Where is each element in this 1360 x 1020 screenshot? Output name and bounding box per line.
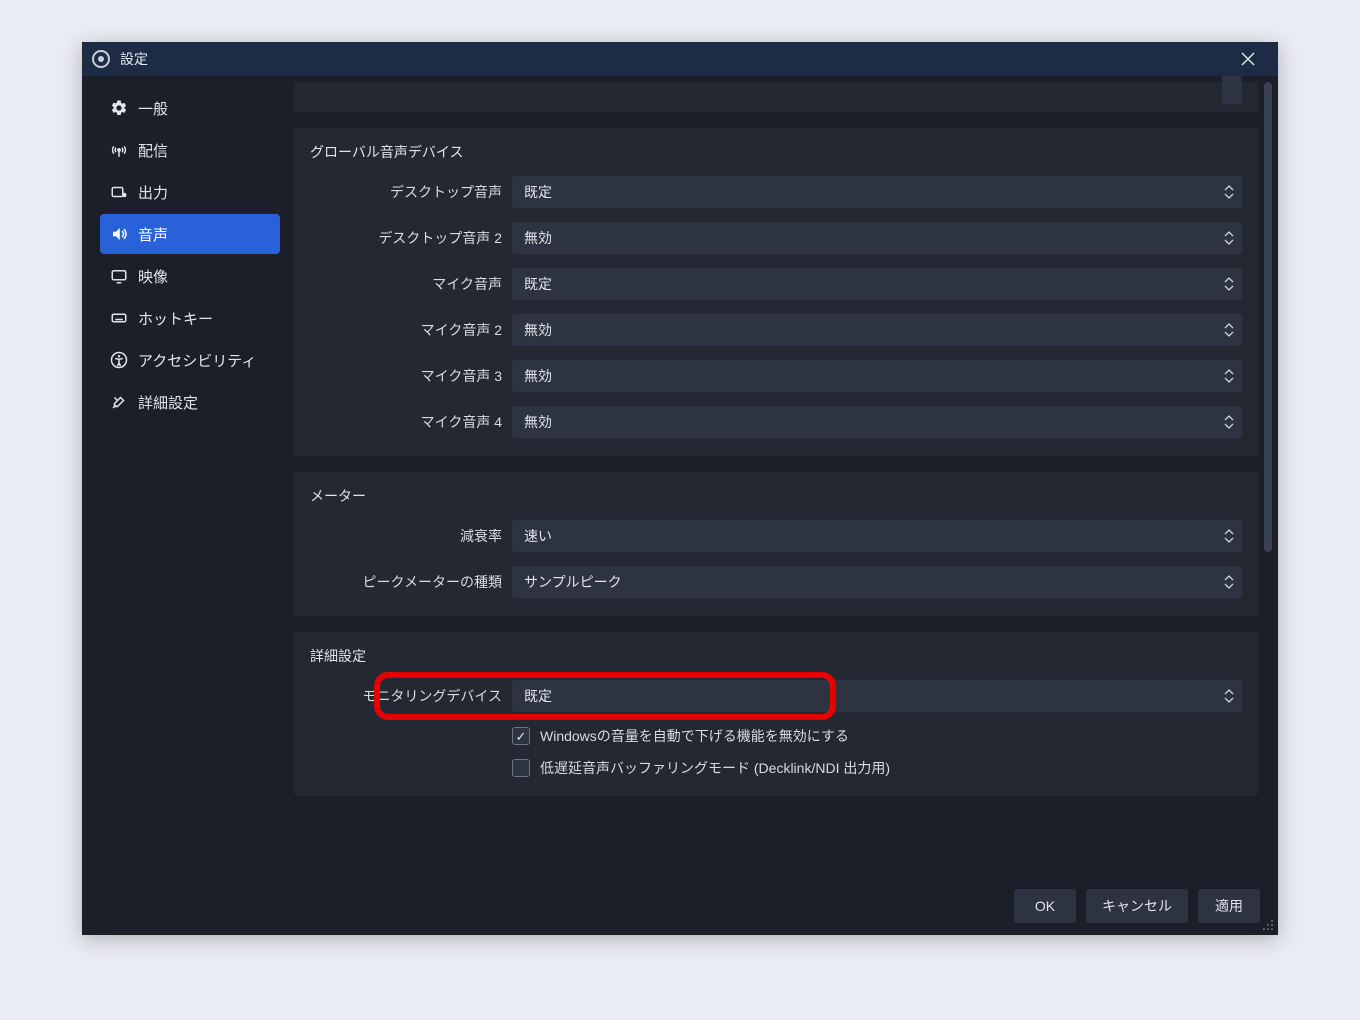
settings-window: 設定 一般 配信 出力 音声 映像 bbox=[82, 42, 1278, 935]
chevron-updown-icon bbox=[1220, 272, 1238, 296]
ok-button[interactable]: OK bbox=[1014, 889, 1076, 923]
scrollbar[interactable] bbox=[1262, 82, 1274, 869]
label-mic-audio-4: マイク音声 4 bbox=[310, 412, 502, 432]
sidebar-item-hotkeys[interactable]: ホットキー bbox=[100, 298, 280, 338]
titlebar: 設定 bbox=[82, 42, 1278, 76]
sidebar-item-advanced[interactable]: 詳細設定 bbox=[100, 382, 280, 422]
checkbox-label: 低遅延音声バッファリングモード (Decklink/NDI 出力用) bbox=[540, 758, 890, 778]
sidebar-item-label: 詳細設定 bbox=[138, 392, 198, 413]
sidebar-item-label: 一般 bbox=[138, 98, 168, 119]
panel-title: メーター bbox=[310, 486, 1242, 506]
chevron-updown-icon bbox=[1220, 524, 1238, 548]
combobox-value: 既定 bbox=[524, 686, 552, 706]
app-icon bbox=[92, 50, 110, 68]
sidebar-item-label: 音声 bbox=[138, 224, 168, 245]
close-icon bbox=[1241, 52, 1255, 66]
sidebar-item-label: 映像 bbox=[138, 266, 168, 287]
scrollbar-thumb[interactable] bbox=[1264, 82, 1272, 552]
keyboard-icon bbox=[110, 309, 128, 327]
checkbox-label: Windowsの音量を自動で下げる機能を無効にする bbox=[540, 726, 849, 746]
combobox-value: 既定 bbox=[524, 274, 552, 294]
gear-icon bbox=[110, 99, 128, 117]
label-mic-audio-3: マイク音声 3 bbox=[310, 366, 502, 386]
combobox-value: 既定 bbox=[524, 182, 552, 202]
sidebar-item-general[interactable]: 一般 bbox=[100, 88, 280, 128]
window-title: 設定 bbox=[120, 49, 148, 69]
combobox-mic-audio-2[interactable]: 無効 bbox=[512, 314, 1242, 346]
label-desktop-audio: デスクトップ音声 bbox=[310, 182, 502, 202]
combobox-mic-audio[interactable]: 既定 bbox=[512, 268, 1242, 300]
antenna-icon bbox=[110, 141, 128, 159]
apply-button[interactable]: 適用 bbox=[1198, 889, 1260, 923]
combobox-peak-meter-type[interactable]: サンプルピーク bbox=[512, 566, 1242, 598]
clipped-combobox[interactable] bbox=[1222, 76, 1242, 104]
combobox-desktop-audio-2[interactable]: 無効 bbox=[512, 222, 1242, 254]
panel-clipped-above bbox=[294, 82, 1258, 112]
combobox-value: 無効 bbox=[524, 366, 552, 386]
label-desktop-audio-2: デスクトップ音声 2 bbox=[310, 228, 502, 248]
panel-meter: メーター 減衰率 速い ピークメーターの種類 サンプルピーク bbox=[294, 472, 1258, 616]
output-icon bbox=[110, 183, 128, 201]
sidebar: 一般 配信 出力 音声 映像 ホットキー bbox=[82, 76, 288, 875]
chevron-updown-icon bbox=[1220, 684, 1238, 708]
combobox-value: 無効 bbox=[524, 412, 552, 432]
sidebar-item-label: 出力 bbox=[138, 182, 168, 203]
chevron-updown-icon bbox=[1220, 318, 1238, 342]
accessibility-icon bbox=[110, 351, 128, 369]
close-button[interactable] bbox=[1228, 42, 1268, 76]
sidebar-item-output[interactable]: 出力 bbox=[100, 172, 280, 212]
panel-title: グローバル音声デバイス bbox=[310, 142, 1242, 162]
sidebar-item-audio[interactable]: 音声 bbox=[100, 214, 280, 254]
combobox-monitoring-device[interactable]: 既定 bbox=[512, 680, 1242, 712]
combobox-desktop-audio[interactable]: 既定 bbox=[512, 176, 1242, 208]
panel-global-audio: グローバル音声デバイス デスクトップ音声 既定 デスクトップ音声 2 無効 bbox=[294, 128, 1258, 456]
checkbox-disable-windows-ducking[interactable] bbox=[512, 727, 530, 745]
resize-grip-icon[interactable] bbox=[1261, 918, 1275, 932]
label-monitoring-device: モニタリングデバイス bbox=[310, 686, 502, 706]
sidebar-item-accessibility[interactable]: アクセシビリティ bbox=[100, 340, 280, 380]
label-peak-meter-type: ピークメーターの種類 bbox=[310, 572, 502, 592]
sidebar-item-video[interactable]: 映像 bbox=[100, 256, 280, 296]
checkbox-low-latency-buffering[interactable] bbox=[512, 759, 530, 777]
combobox-value: 無効 bbox=[524, 320, 552, 340]
speaker-icon bbox=[110, 225, 128, 243]
sidebar-item-stream[interactable]: 配信 bbox=[100, 130, 280, 170]
cancel-button[interactable]: キャンセル bbox=[1086, 889, 1188, 923]
sidebar-item-label: ホットキー bbox=[138, 308, 213, 329]
sidebar-item-label: アクセシビリティ bbox=[138, 350, 256, 371]
combobox-decay-rate[interactable]: 速い bbox=[512, 520, 1242, 552]
combobox-value: サンプルピーク bbox=[524, 572, 622, 592]
tools-icon bbox=[110, 393, 128, 411]
chevron-updown-icon bbox=[1220, 410, 1238, 434]
chevron-updown-icon bbox=[1220, 570, 1238, 594]
settings-content: グローバル音声デバイス デスクトップ音声 既定 デスクトップ音声 2 無効 bbox=[288, 76, 1262, 875]
combobox-mic-audio-3[interactable]: 無効 bbox=[512, 360, 1242, 392]
dialog-footer: OK キャンセル 適用 bbox=[82, 875, 1278, 935]
chevron-updown-icon bbox=[1220, 180, 1238, 204]
combobox-mic-audio-4[interactable]: 無効 bbox=[512, 406, 1242, 438]
label-decay-rate: 減衰率 bbox=[310, 526, 502, 546]
monitor-icon bbox=[110, 267, 128, 285]
panel-title: 詳細設定 bbox=[310, 646, 1242, 666]
label-mic-audio-2: マイク音声 2 bbox=[310, 320, 502, 340]
combobox-value: 速い bbox=[524, 526, 552, 546]
panel-advanced: 詳細設定 モニタリングデバイス 既定 Windowsの音量を自動で下げる機能を無… bbox=[294, 632, 1258, 796]
label-mic-audio: マイク音声 bbox=[310, 274, 502, 294]
chevron-updown-icon bbox=[1220, 364, 1238, 388]
sidebar-item-label: 配信 bbox=[138, 140, 168, 161]
combobox-value: 無効 bbox=[524, 228, 552, 248]
chevron-updown-icon bbox=[1220, 226, 1238, 250]
